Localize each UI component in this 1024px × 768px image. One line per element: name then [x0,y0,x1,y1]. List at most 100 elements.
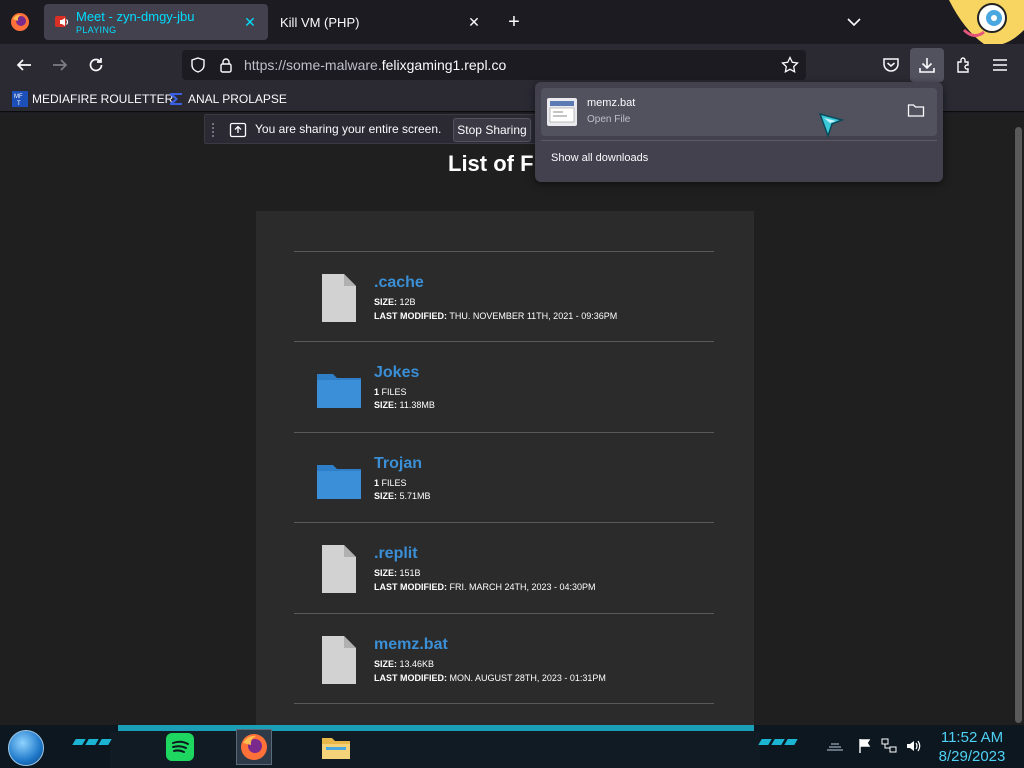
file-meta-line: SIZE: 5.71MB [374,491,431,501]
meta-value: 151B [397,568,421,578]
pocket-icon[interactable] [878,52,904,78]
file-meta-line: SIZE: 11.38MB [374,400,435,410]
taskbar: 11:52 AM 8/29/2023 [0,725,1024,768]
meta-key: LAST MODIFIED: [374,582,447,592]
file-row-cache[interactable]: .cache SIZE: 12B LAST MODIFIED: THU. NOV… [294,252,714,342]
batch-file-icon [547,98,577,126]
meta-value: THU. NOVEMBER 11TH, 2021 - 09:36PM [447,311,618,321]
shield-icon[interactable] [188,55,208,75]
bookmark-star-icon[interactable] [780,55,800,75]
taskbar-decoration [72,739,112,747]
meta-value: FILES [379,478,407,488]
file-meta-line: LAST MODIFIED: FRI. MARCH 24TH, 2023 - 0… [374,582,596,592]
file-meta-line: SIZE: 151B [374,568,421,578]
taskbar-decoration [758,739,798,747]
divider [541,140,937,141]
hamburger-menu-icon[interactable] [987,52,1013,78]
clock-time: 11:52 AM [940,729,1004,746]
action-center-flag-icon[interactable] [856,737,874,755]
file-meta-line: SIZE: 13.46KB [374,659,434,669]
file-name-link[interactable]: memz.bat [374,636,448,654]
bookmark-label: MEDIAFIRE ROULETTER [32,92,174,106]
lock-icon[interactable] [216,55,236,75]
file-icon [322,545,356,593]
taskbar-app-area [110,731,760,768]
file-meta-line: SIZE: 12B [374,297,416,307]
volume-icon[interactable] [904,737,922,755]
show-hidden-icons-icon[interactable] [826,737,844,755]
close-tab-icon[interactable]: ✕ [466,14,482,30]
system-clock[interactable]: 11:52 AM 8/29/2023 [926,728,1018,766]
sharing-message: You are sharing your entire screen. [255,122,442,136]
tab-kill-vm[interactable]: Kill VM (PHP) ✕ [270,4,492,40]
file-meta-line: 1 FILES [374,478,407,488]
download-item-memz-bat[interactable]: memz.bat Open File [541,88,937,136]
meta-key: SIZE: [374,491,398,501]
url-text[interactable]: https://some-malware.felixgaming1.repl.c… [244,57,506,73]
firefox-icon[interactable] [236,729,272,765]
file-row-trojan[interactable]: Trojan 1 FILES SIZE: 5.71MB [294,433,714,523]
page-scrollbar[interactable] [1012,113,1024,725]
folder-name-link[interactable]: Trojan [374,455,422,473]
sigma-favicon-icon [170,93,182,105]
meta-value: MON. AUGUST 28TH, 2023 - 01:31PM [447,673,606,683]
meta-value: 11.38MB [397,400,435,410]
file-meta-line: 1 FILES [374,387,407,397]
file-explorer-icon[interactable] [318,729,354,765]
extensions-puzzle-icon[interactable] [951,52,977,78]
file-row-memz-bat[interactable]: memz.bat SIZE: 13.46KB LAST MODIFIED: MO… [294,614,714,704]
url-prefix: https://some-malware. [244,57,382,73]
screen-sharing-indicator: You are sharing your entire screen. Stop… [204,114,584,144]
file-row-jokes[interactable]: Jokes 1 FILES SIZE: 11.38MB [294,342,714,432]
folder-icon [317,465,361,499]
anime-mascot-image [944,0,1024,50]
file-meta-line: LAST MODIFIED: MON. AUGUST 28TH, 2023 - … [374,673,606,683]
bookmark-anal-prolapse[interactable]: ANAL PROLAPSE [168,90,287,108]
start-orb-button[interactable] [8,730,44,766]
download-arrow-icon[interactable] [914,52,940,78]
mouse-cursor-icon [818,112,844,139]
navigation-toolbar: https://some-malware.felixgaming1.repl.c… [0,44,1024,86]
back-arrow-icon[interactable] [11,52,37,78]
meta-value: 5.71MB [397,491,431,501]
meta-value: FRI. MARCH 24TH, 2023 - 04:30PM [447,582,596,592]
speaker-icon[interactable] [54,14,70,30]
file-meta-line: LAST MODIFIED: THU. NOVEMBER 11TH, 2021 … [374,311,617,321]
file-list-card: .cache SIZE: 12B LAST MODIFIED: THU. NOV… [256,211,754,725]
show-all-downloads-link[interactable]: Show all downloads [551,152,648,164]
svg-text:MF: MF [14,94,23,100]
mediafire-favicon-icon: MFT [12,91,28,107]
open-folder-icon[interactable] [907,102,927,122]
list-all-tabs-chevron-icon[interactable] [842,10,866,34]
bookmark-label: ANAL PROLAPSE [188,92,287,106]
svg-text:T: T [17,101,21,107]
meta-key: SIZE: [374,400,398,410]
bookmark-mediafire[interactable]: MF T MEDIAFIRE ROULETTER [12,90,173,108]
spotify-icon[interactable] [162,729,198,765]
tab-meet[interactable]: Meet - zyn-dmgy-jbu PLAYING ✕ [44,4,268,40]
meta-key: LAST MODIFIED: [374,311,447,321]
file-name-link[interactable]: .cache [374,274,424,292]
network-icon[interactable] [880,737,898,755]
url-domain: felixgaming1.repl.co [381,57,507,73]
file-icon [322,636,356,684]
folder-name-link[interactable]: Jokes [374,364,419,382]
screen-share-icon [229,122,247,138]
drag-handle-icon[interactable] [211,122,215,138]
meta-key: SIZE: [374,297,398,307]
reload-icon[interactable] [83,52,109,78]
firefox-menu-icon[interactable] [8,10,32,34]
stop-sharing-button[interactable]: Stop Sharing [453,118,531,142]
file-row-replit[interactable]: .replit SIZE: 151B LAST MODIFIED: FRI. M… [294,523,714,613]
download-status: Open File [587,114,631,125]
scrollbar-thumb[interactable] [1015,127,1022,723]
downloads-panel: memz.bat Open File Show all downloads [535,82,943,182]
forward-arrow-icon[interactable] [47,52,73,78]
new-tab-plus-icon[interactable]: + [502,10,526,34]
file-name-link[interactable]: .replit [374,545,418,563]
address-bar[interactable]: https://some-malware.felixgaming1.repl.c… [182,50,806,80]
divider [294,703,714,704]
web-page: List of Fil .cache SIZE: 12B LAST MODIFI… [0,113,1012,725]
meta-value: 12B [397,297,416,307]
close-tab-icon[interactable]: ✕ [242,14,258,30]
